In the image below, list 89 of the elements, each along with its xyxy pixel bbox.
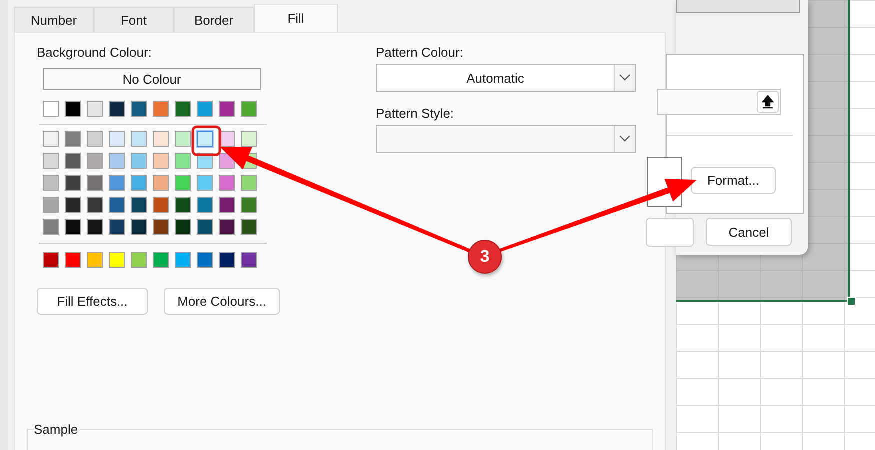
color-swatch[interactable] (65, 175, 81, 191)
collapse-button[interactable] (757, 91, 779, 113)
dialog-button[interactable]: Fill Effects... (37, 288, 148, 315)
upload-arrow-icon (762, 95, 774, 109)
color-swatch[interactable] (65, 219, 81, 235)
color-swatch[interactable] (65, 101, 81, 117)
dropdown[interactable] (376, 125, 636, 153)
color-swatch[interactable] (131, 153, 147, 169)
color-swatch[interactable] (219, 252, 235, 268)
color-swatch[interactable] (241, 101, 257, 117)
color-swatch[interactable] (153, 197, 169, 213)
sample-label: Sample (34, 422, 80, 437)
color-swatch[interactable] (241, 219, 257, 235)
color-swatch[interactable] (153, 219, 169, 235)
chevron-down-icon (619, 135, 631, 143)
color-swatch[interactable] (43, 252, 59, 268)
color-swatch[interactable] (197, 197, 213, 213)
color-swatch[interactable] (153, 153, 169, 169)
color-swatch[interactable] (43, 197, 59, 213)
color-swatch[interactable] (43, 219, 59, 235)
color-swatch[interactable] (219, 101, 235, 117)
color-swatch[interactable] (65, 131, 81, 147)
color-swatch[interactable] (241, 252, 257, 268)
color-swatch[interactable] (241, 197, 257, 213)
color-swatch[interactable] (219, 175, 235, 191)
color-swatch[interactable] (153, 131, 169, 147)
color-swatch[interactable] (197, 175, 213, 191)
color-swatch[interactable] (87, 153, 103, 169)
color-swatch[interactable] (241, 131, 257, 147)
color-swatch[interactable] (175, 131, 191, 147)
color-swatch[interactable] (131, 197, 147, 213)
color-swatch[interactable] (65, 153, 81, 169)
color-swatch[interactable] (175, 252, 191, 268)
color-swatch[interactable] (43, 175, 59, 191)
tab[interactable]: Font (94, 7, 174, 32)
color-swatch[interactable] (175, 219, 191, 235)
color-swatch[interactable] (109, 219, 125, 235)
color-swatch[interactable] (175, 175, 191, 191)
no-colour-button[interactable]: No Colour (43, 68, 261, 90)
color-swatch[interactable] (109, 153, 125, 169)
color-swatch[interactable] (65, 252, 81, 268)
color-swatch[interactable] (87, 219, 103, 235)
color-swatch[interactable] (87, 175, 103, 191)
color-swatch[interactable] (109, 252, 125, 268)
color-swatch[interactable] (219, 197, 235, 213)
input-field[interactable] (676, 0, 800, 13)
fill-handle[interactable] (847, 297, 856, 306)
color-swatch[interactable] (65, 197, 81, 213)
color-swatch[interactable] (153, 252, 169, 268)
tab[interactable]: Fill (254, 4, 338, 32)
dialog-button[interactable]: More Colours... (164, 288, 280, 315)
color-swatch[interactable] (87, 101, 103, 117)
field-label: Pattern Style: (376, 106, 456, 121)
color-swatch[interactable] (197, 219, 213, 235)
chevron-down-icon (619, 74, 631, 82)
color-swatch[interactable] (197, 252, 213, 268)
color-swatch[interactable] (109, 175, 125, 191)
color-swatch[interactable] (175, 101, 191, 117)
color-swatch[interactable] (131, 219, 147, 235)
color-swatch[interactable] (87, 252, 103, 268)
highlight-ring (192, 126, 222, 156)
format-button[interactable]: Format... (691, 167, 776, 194)
color-swatch[interactable] (131, 252, 147, 268)
color-swatch[interactable] (219, 219, 235, 235)
color-swatch[interactable] (153, 101, 169, 117)
color-swatch[interactable] (87, 197, 103, 213)
tab[interactable]: Border (174, 7, 254, 32)
color-swatch[interactable] (131, 175, 147, 191)
dropdown[interactable]: Automatic (376, 64, 636, 92)
color-swatch[interactable] (175, 197, 191, 213)
color-swatch[interactable] (109, 197, 125, 213)
color-swatch[interactable] (43, 101, 59, 117)
input-field[interactable] (657, 89, 781, 115)
color-swatch[interactable] (153, 175, 169, 191)
field-label: Background Colour: (37, 45, 153, 60)
color-swatch[interactable] (109, 101, 125, 117)
color-swatch[interactable] (131, 101, 147, 117)
field-label: Pattern Colour: (376, 45, 464, 60)
color-swatch[interactable] (131, 131, 147, 147)
color-swatch[interactable] (109, 131, 125, 147)
color-swatch[interactable] (43, 131, 59, 147)
color-swatch[interactable] (43, 153, 59, 169)
color-swatch[interactable] (241, 175, 257, 191)
cancel-button[interactable]: Cancel (706, 218, 792, 246)
color-swatch[interactable] (87, 131, 103, 147)
color-swatch[interactable] (175, 153, 191, 169)
color-swatch[interactable] (197, 131, 213, 147)
color-swatch[interactable] (197, 101, 213, 117)
tab[interactable]: Number (14, 7, 94, 32)
